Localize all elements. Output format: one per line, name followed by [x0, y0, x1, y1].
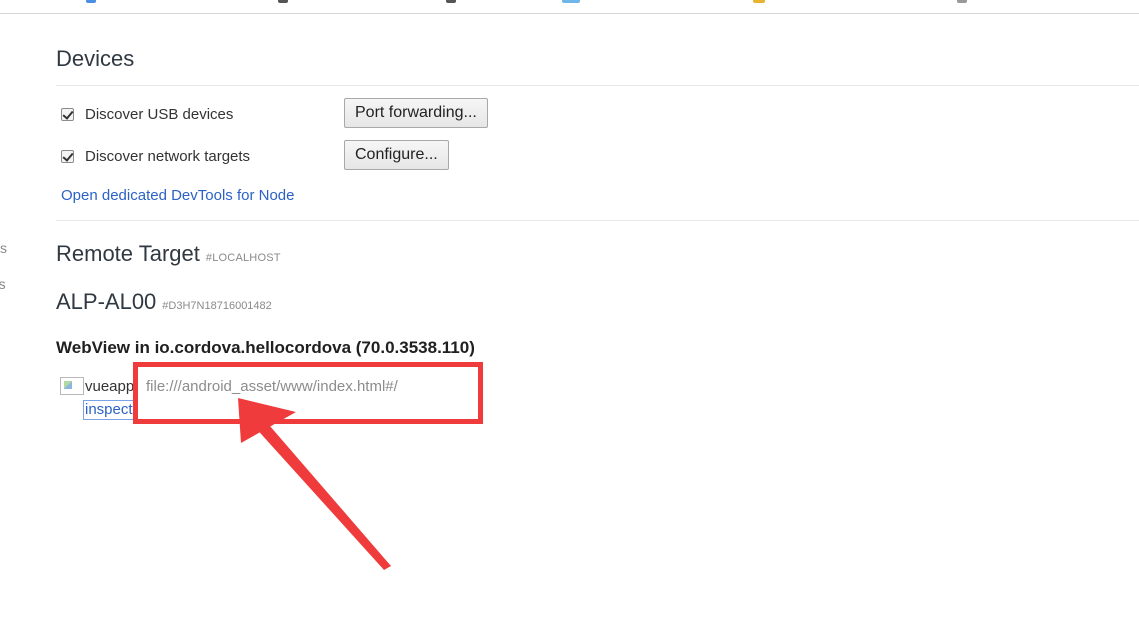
annotation-arrow-shaft [253, 418, 391, 570]
annotation-arrow-icon [238, 398, 391, 570]
